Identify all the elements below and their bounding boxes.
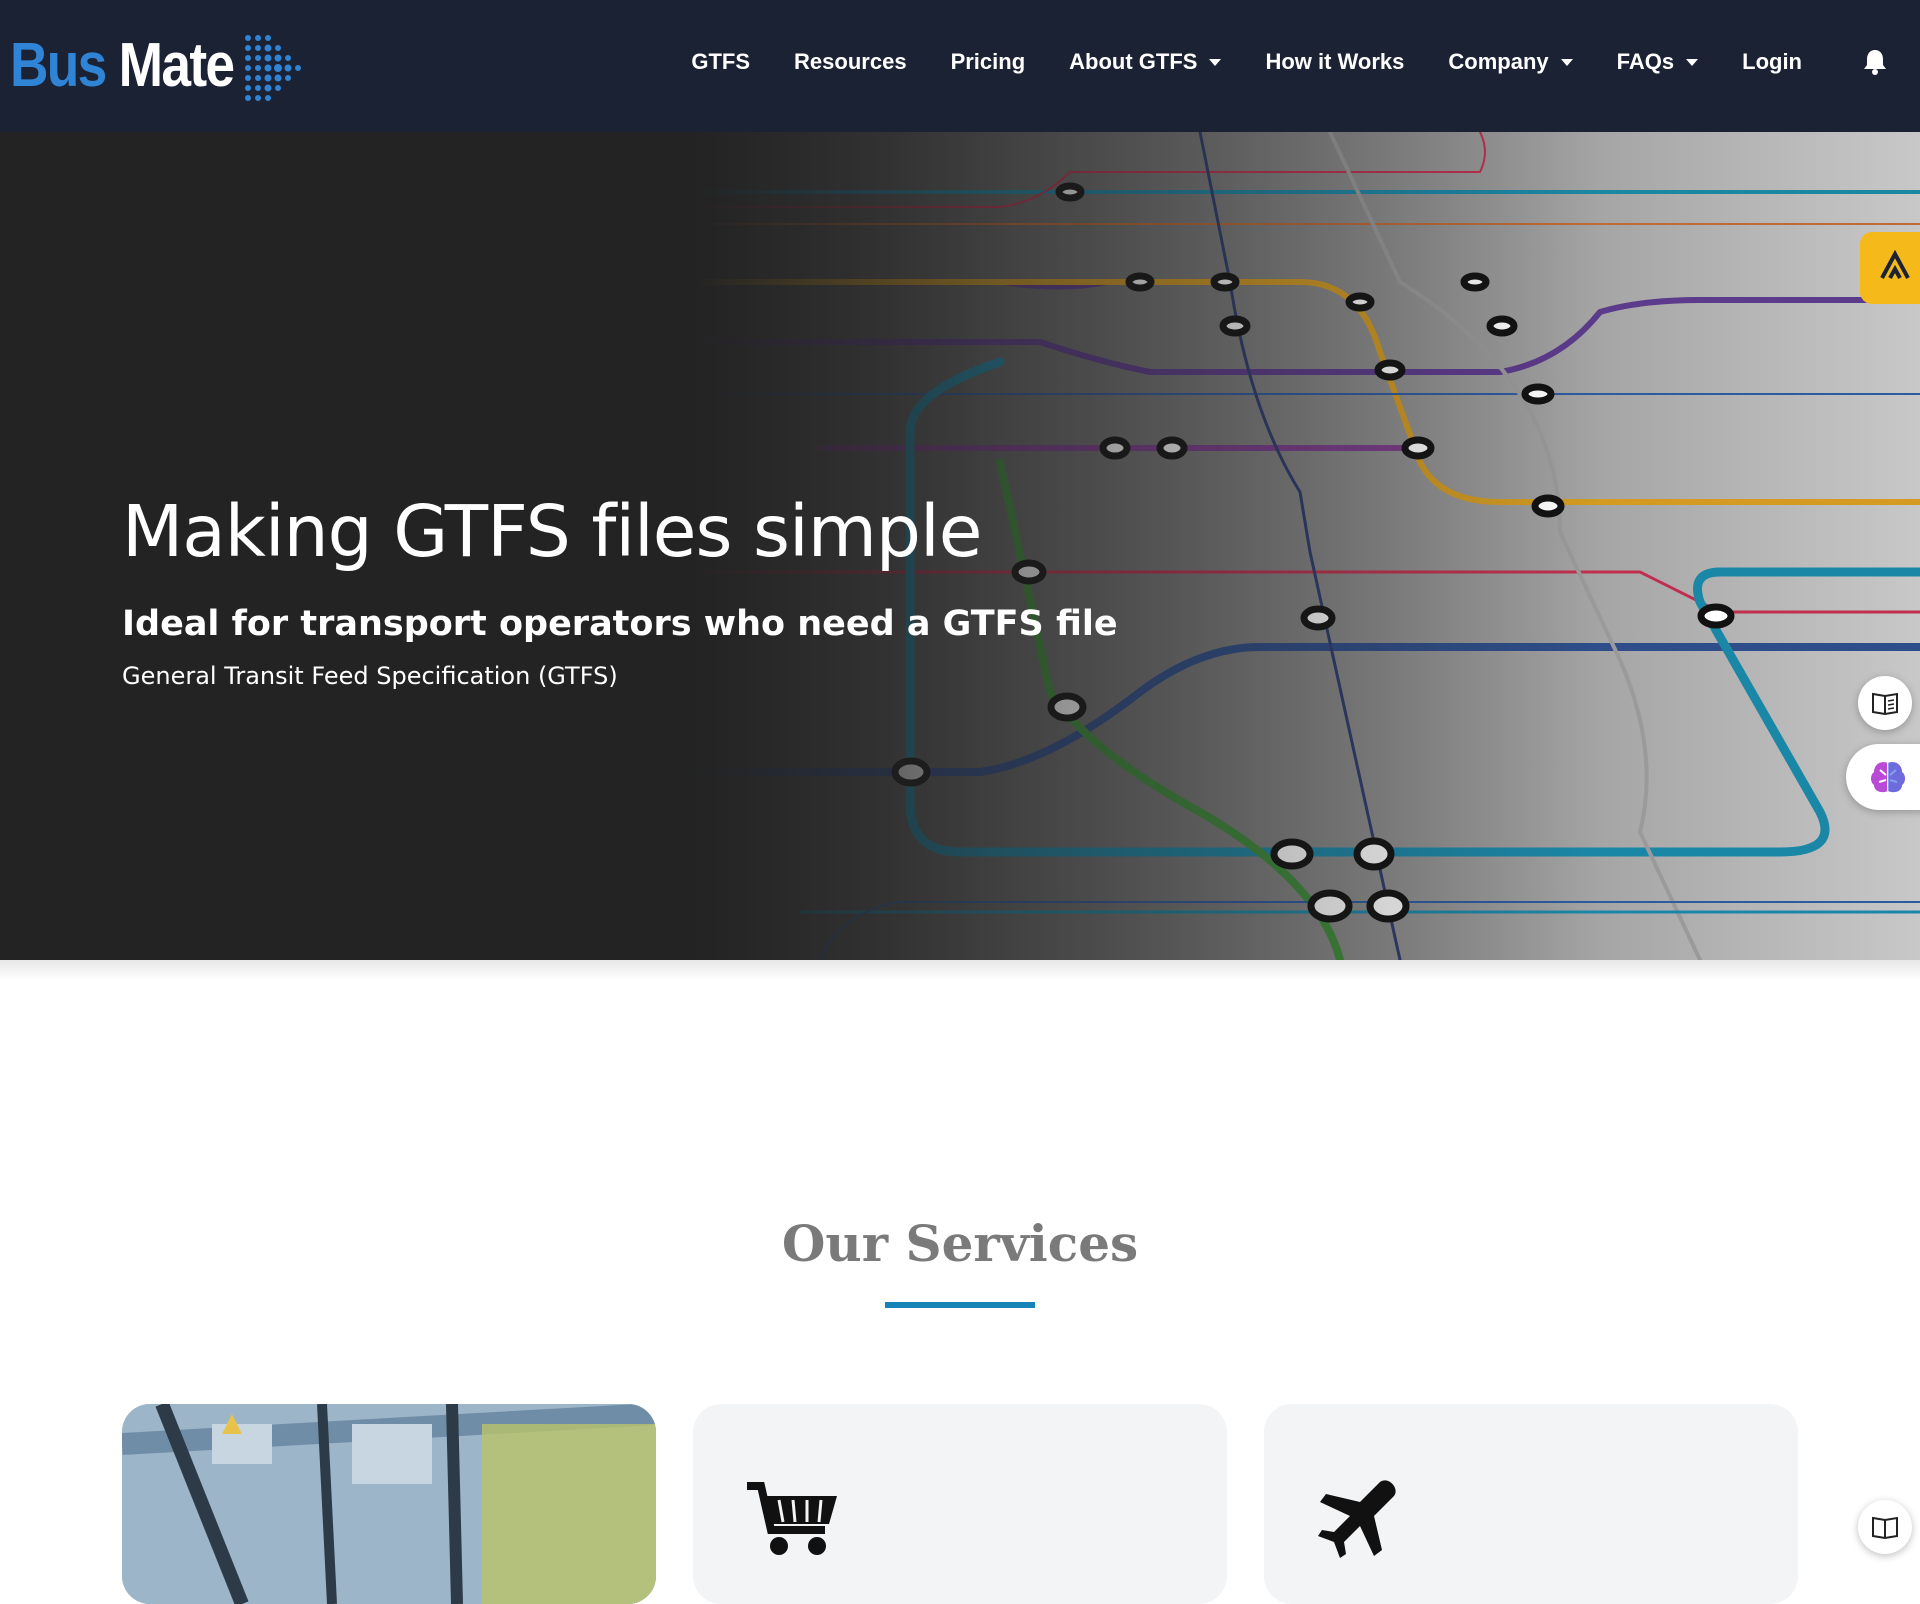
shopping-cart-icon — [747, 1482, 837, 1555]
services-heading-underline — [885, 1302, 1035, 1308]
nav-label: Resources — [794, 49, 907, 74]
nav-item-how-it-works[interactable]: How it Works — [1243, 49, 1426, 75]
service-card-shopping[interactable] — [693, 1404, 1227, 1604]
top-navbar: Bus Mate GTFS Resources Pricing About GT… — [0, 0, 1920, 132]
nav-label: About GTFS — [1069, 49, 1198, 74]
nav-item-gtfs[interactable]: GTFS — [669, 49, 772, 75]
nav-label: GTFS — [691, 49, 751, 74]
logo-wordmark: Bus Mate — [10, 35, 235, 97]
nav-label: Company — [1448, 49, 1549, 74]
reader-mode-button-secondary[interactable] — [1858, 1500, 1912, 1554]
brain-icon — [1871, 762, 1905, 793]
hero-subtitle: Ideal for transport operators who need a… — [122, 604, 1118, 644]
nav-item-login[interactable]: Login — [1720, 49, 1824, 75]
reader-mode-button[interactable] — [1858, 676, 1912, 730]
nav-label: Login — [1742, 49, 1802, 74]
nav-item-resources[interactable]: Resources — [772, 49, 929, 75]
hero-banner: Making GTFS files simple Ideal for trans… — [0, 132, 1920, 960]
bell-icon[interactable] — [1862, 48, 1888, 76]
nav-label: Pricing — [950, 49, 1026, 74]
nav-item-company[interactable]: Company — [1426, 49, 1594, 75]
nav-item-pricing[interactable]: Pricing — [929, 49, 1048, 75]
ai-assistant-button[interactable] — [1846, 744, 1920, 810]
logo-dots-icon — [245, 35, 301, 101]
logo-text-mate: Mate — [118, 31, 235, 100]
open-book-icon — [1872, 692, 1898, 716]
triangle-logo-icon — [1880, 249, 1910, 279]
service-card-map[interactable] — [122, 1404, 656, 1604]
logo-text-bus: Bus — [10, 31, 107, 100]
hero-tagline: General Transit Feed Specification (GTFS… — [122, 662, 618, 690]
nav-item-about-gtfs[interactable]: About GTFS — [1047, 49, 1243, 75]
caret-down-icon — [1686, 58, 1699, 66]
map-image — [122, 1404, 656, 1604]
caret-down-icon — [1209, 58, 1222, 66]
main-nav-menu: GTFS Resources Pricing About GTFS How it… — [669, 0, 1824, 124]
services-heading: Our Services — [781, 1214, 1139, 1273]
side-widget-tab[interactable] — [1860, 232, 1920, 304]
nav-item-faqs[interactable]: FAQs — [1595, 49, 1720, 75]
caret-down-icon — [1560, 58, 1573, 66]
open-book-icon — [1872, 1516, 1898, 1540]
busmate-logo[interactable]: Bus Mate — [10, 28, 301, 104]
service-card-flights[interactable] — [1264, 1404, 1798, 1604]
nav-label: FAQs — [1616, 49, 1675, 74]
airplane-icon — [1318, 1480, 1396, 1558]
hero-title: Making GTFS files simple — [122, 490, 982, 573]
nav-label: How it Works — [1265, 49, 1405, 74]
hero-shadow — [0, 960, 1920, 980]
